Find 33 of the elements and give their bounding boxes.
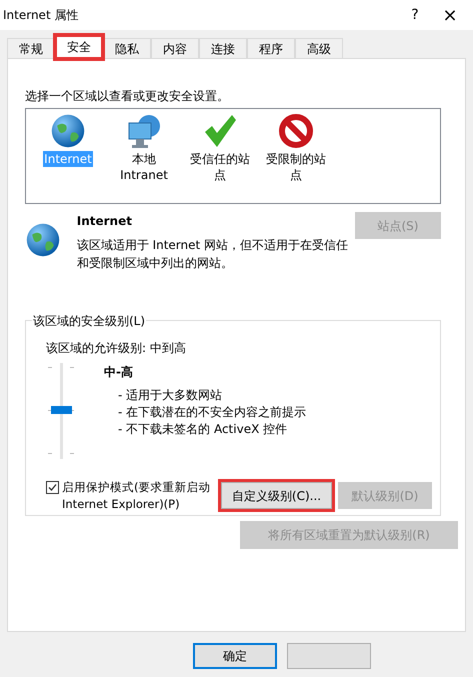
tab[interactable]: 安全 (55, 35, 103, 59)
level-description: - 在下载潜在的不安全内容之前提示 (118, 404, 306, 421)
tab[interactable]: 高级 (295, 38, 343, 59)
tab[interactable]: 程序 (247, 38, 295, 59)
prohibited-icon (278, 113, 314, 149)
button[interactable]: 自定义级别(C)... (221, 482, 332, 509)
ok-button[interactable]: 确定 (193, 643, 277, 669)
tab[interactable]: 连接 (199, 38, 247, 59)
help-button[interactable]: ? (400, 4, 430, 26)
tab[interactable]: 隐私 (103, 38, 151, 59)
window-title: Internet 属性 (3, 7, 80, 24)
zone-item[interactable]: 受限制的站点 (264, 151, 328, 183)
checkbox-label: 启用保护模式(要求重新启动 Internet Explorer)(P) (62, 479, 212, 513)
level-description: - 适用于大多数网站 (118, 387, 224, 404)
tab[interactable]: 常规 (7, 38, 55, 59)
checkmark-icon (48, 483, 57, 492)
level-description: - 不下载未签名的 ActiveX 控件 (118, 421, 288, 438)
zone-title: Internet (76, 213, 133, 230)
close-button[interactable]: × (430, 2, 470, 28)
slider-thumb[interactable] (51, 406, 72, 414)
zone-item[interactable]: 本地 Intranet (112, 151, 176, 183)
checkbox[interactable] (46, 481, 59, 494)
globe-icon (50, 113, 86, 149)
zone-description: 该区域适用于 Internet 网站，但不适用于在受信任和受限制区域中列出的网站。 (76, 237, 350, 272)
checkmark-icon (202, 113, 238, 149)
zone-prompt: 选择一个区域以查看或更改安全设置。 (25, 88, 230, 105)
level-name: 中-高 (104, 364, 134, 381)
security-slider[interactable] (46, 363, 76, 459)
globe-icon (25, 222, 61, 258)
tab[interactable]: 内容 (151, 38, 199, 59)
allowed-level: 该区域的允许级别: 中到高 (46, 340, 187, 357)
zone-item[interactable]: 受信任的站点 (188, 151, 252, 183)
group-legend: 该区域的安全级别(L) (32, 312, 146, 330)
